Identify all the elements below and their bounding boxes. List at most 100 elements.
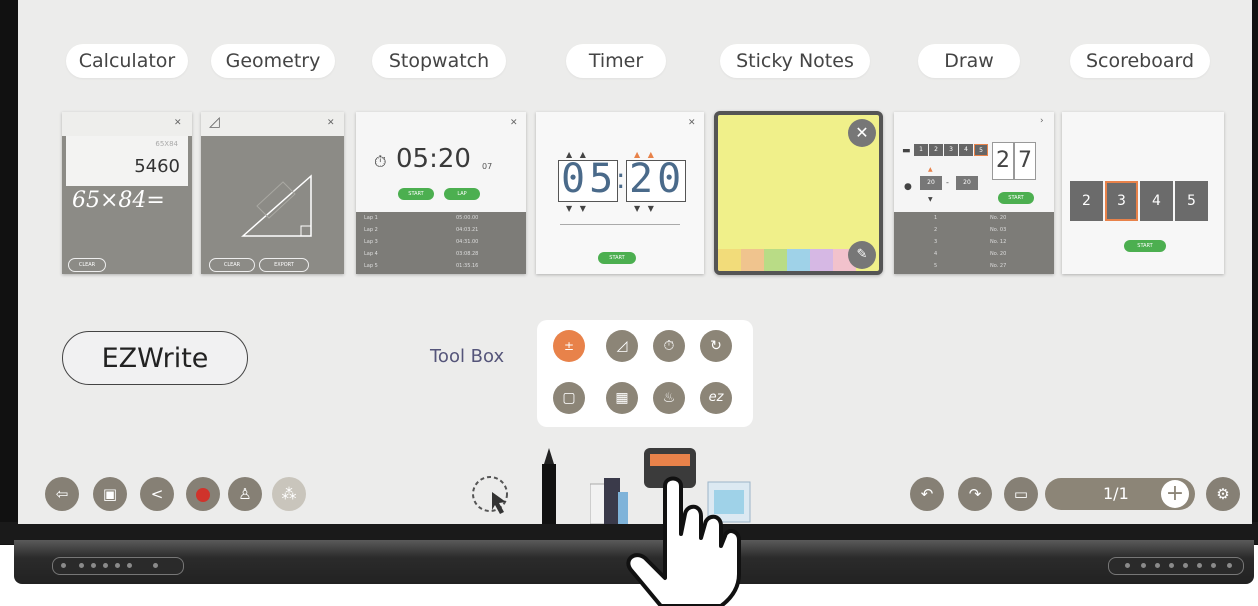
stopwatch-ms: 07 xyxy=(482,162,493,171)
lap-row: Lap 3 04:31.00 xyxy=(364,239,479,245)
draw-icon[interactable]: ▦ xyxy=(606,382,638,414)
minutes-down-arrows[interactable]: ▼ ▼ xyxy=(566,204,586,213)
lottery-icon: ▬ xyxy=(902,146,911,156)
lap-row: Lap 4 03:08.28 xyxy=(364,251,479,257)
timer-icon[interactable]: ↻ xyxy=(700,330,732,362)
draw-row: 2 No. 03 xyxy=(934,227,1007,233)
number-chip: 2 xyxy=(929,144,943,156)
monitor-bezel-left xyxy=(0,0,18,545)
toolbox-panel: ± ◿ ⏱ ↻ ▢ ▦ ♨ ez xyxy=(537,320,753,427)
close-icon[interactable]: ✕ xyxy=(688,118,696,128)
timer-widget[interactable]: ✕ ▲ ▲ ▲ ▲ 05 : 20 ▼ ▼ ▼ ▼ START xyxy=(536,112,704,274)
calculator-expression: 65X84 xyxy=(155,140,178,148)
close-icon[interactable]: ✕ xyxy=(510,118,518,128)
draw-row: 3 No. 12 xyxy=(934,239,1007,245)
redo-icon[interactable]: ↷ xyxy=(958,477,992,511)
lap-row: Lap 1 05:00.00 xyxy=(364,215,479,221)
settings-gear-icon[interactable]: ⚙ xyxy=(1206,477,1240,511)
draw-widget[interactable]: › ▬ 1 2 3 4 5 ● ▲ 20 - 20 ▼ 2 7 START 1N… xyxy=(894,112,1054,274)
triangle-drawing xyxy=(241,174,312,237)
front-ports-right xyxy=(1108,557,1244,575)
calculator-label: Calculator xyxy=(66,44,188,78)
calculator-result: 5460 xyxy=(134,156,180,177)
close-icon[interactable]: ✕ xyxy=(174,118,182,128)
selection-tool-icon[interactable] xyxy=(468,472,516,520)
magic-wand-icon[interactable]: ✎ xyxy=(848,241,876,269)
add-user-icon[interactable]: ♙ xyxy=(228,477,262,511)
record-icon[interactable] xyxy=(186,477,220,511)
geometry-widget[interactable]: ◿ ✕ CLEAR EXPORT xyxy=(201,112,344,274)
counter-left: 20 xyxy=(920,176,942,190)
stopwatch-lap-button[interactable]: LAP xyxy=(444,188,480,200)
result-digit: 2 xyxy=(992,142,1014,180)
sticky-notes-label: Sticky Notes xyxy=(720,44,870,78)
counter-up-arrow[interactable]: ▲ xyxy=(928,166,933,173)
geometry-export-button[interactable]: EXPORT xyxy=(259,258,309,272)
close-icon[interactable]: ✕ xyxy=(327,118,335,128)
calculator-widget[interactable]: ✕ 65X84 5460 65×84= CLEAR xyxy=(62,112,192,274)
timer-start-button[interactable]: START xyxy=(598,252,636,264)
page-view-icon[interactable]: ▭ xyxy=(1004,477,1038,511)
calculator-display: 65X84 5460 xyxy=(66,136,188,186)
range-dash: - xyxy=(946,178,949,187)
sticky-notes-widget[interactable]: ✕ ✎ xyxy=(714,111,883,275)
geometry-clear-button[interactable]: CLEAR xyxy=(209,258,255,272)
toolbox-label: Tool Box xyxy=(430,346,505,367)
draw-row: 1 No. 20 xyxy=(934,215,1007,221)
stopwatch-icon[interactable]: ⏱ xyxy=(653,330,685,362)
stopwatch-start-button[interactable]: START xyxy=(398,188,434,200)
geometry-titlebar: ◿ ✕ xyxy=(201,112,344,136)
score-cell[interactable]: 2 xyxy=(1070,181,1103,221)
add-page-icon[interactable]: + xyxy=(1161,480,1189,508)
network-icon[interactable]: ⁂ xyxy=(272,477,306,511)
score-cell[interactable]: 4 xyxy=(1140,181,1173,221)
scoreboard-label: Scoreboard xyxy=(1070,44,1210,78)
geometry-label: Geometry xyxy=(211,44,335,78)
scoreboard-icon[interactable]: ♨ xyxy=(653,382,685,414)
counter-right: 20 xyxy=(956,176,978,190)
close-icon[interactable]: ✕ xyxy=(848,119,876,147)
random-icon: ● xyxy=(904,182,912,192)
stopwatch-time: 05:20 xyxy=(396,144,471,174)
monitor-bezel-right xyxy=(1252,0,1258,545)
ezwrite-icon[interactable]: ez xyxy=(700,382,732,414)
save-icon[interactable]: ▣ xyxy=(93,477,127,511)
page-number: 1/1 xyxy=(1103,484,1129,503)
geometry-icon[interactable]: ◿ xyxy=(606,330,638,362)
lap-list: Lap 1 05:00.00 Lap 2 04:03.21 Lap 3 04:31.0… xyxy=(356,212,526,274)
stopwatch-widget[interactable]: ✕ ⏱ 05:20 07 START LAP Lap 1 05:00.00 Lap… xyxy=(356,112,526,274)
calculator-clear-button[interactable]: CLEAR xyxy=(68,258,106,272)
draw-row: 4 No. 20 xyxy=(934,251,1007,257)
calculator-icon[interactable]: ± xyxy=(553,330,585,362)
scoreboard-start-button[interactable]: START xyxy=(1124,240,1166,252)
result-digit: 7 xyxy=(1014,142,1036,180)
calculator-handwriting: 65×84= xyxy=(72,188,165,213)
seconds-down-arrows[interactable]: ▼ ▼ xyxy=(634,204,654,213)
number-chip: 5 xyxy=(974,144,988,156)
timer-seconds: 20 xyxy=(629,156,686,202)
timer-label: Timer xyxy=(566,44,666,78)
close-icon[interactable]: › xyxy=(1040,116,1044,126)
undo-icon[interactable]: ↶ xyxy=(910,477,944,511)
scoreboard-widget[interactable]: 2 3 4 5 START xyxy=(1062,112,1224,274)
stopwatch-label: Stopwatch xyxy=(372,44,506,78)
hand-pointer-icon xyxy=(626,476,741,606)
score-cell[interactable]: 5 xyxy=(1175,181,1208,221)
share-icon[interactable]: < xyxy=(140,477,174,511)
sticky-note-icon[interactable]: ▢ xyxy=(553,382,585,414)
timer-minutes: 05 xyxy=(561,156,618,202)
draw-results-list: 1 No. 20 2 No. 03 3 No. 12 4 No. 20 5 No. 27 xyxy=(894,212,1054,274)
counter-down-arrow[interactable]: ▼ xyxy=(928,196,933,203)
draw-label: Draw xyxy=(918,44,1020,78)
draw-start-button[interactable]: START xyxy=(998,192,1034,204)
timer-divider xyxy=(560,224,680,225)
front-ports-left xyxy=(52,557,184,575)
score-cell[interactable]: 3 xyxy=(1105,181,1138,221)
stopwatch-icon: ⏱ xyxy=(374,152,387,171)
number-chip: 3 xyxy=(944,144,958,156)
pen-tool-icon[interactable] xyxy=(536,448,562,524)
page-indicator[interactable]: 1/1 + xyxy=(1045,478,1195,510)
geometry-icon: ◿ xyxy=(209,114,220,130)
calculator-titlebar: ✕ xyxy=(62,112,192,136)
exit-icon[interactable]: ⇦ xyxy=(45,477,79,511)
